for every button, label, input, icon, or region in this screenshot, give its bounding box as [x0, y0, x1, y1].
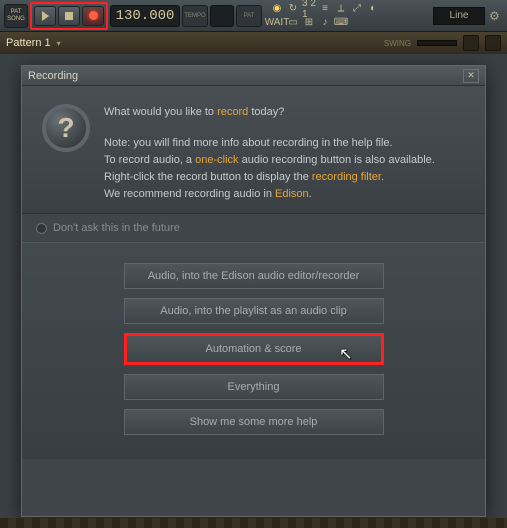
scroll-lock-icon[interactable]: ⤢: [350, 3, 364, 15]
swing-slider[interactable]: [417, 40, 457, 46]
pattern-dropdown-icon[interactable]: ▾: [57, 39, 61, 48]
metronome-icon[interactable]: ◉: [270, 3, 284, 15]
song-label: SONG: [7, 16, 25, 23]
dialog-titlebar[interactable]: Recording ✕: [22, 66, 485, 86]
pat-label-box: PAT: [236, 5, 262, 27]
btn-audio-edison[interactable]: Audio, into the Edison audio editor/reco…: [124, 263, 384, 289]
countdown-icon[interactable]: 3 2 1: [302, 3, 316, 15]
main-toolbar: PAT SONG 130.000 TEMPO PAT ◉ ↻ 3 2 1 ≡ ⟂…: [0, 0, 507, 32]
pattern-length-display[interactable]: [210, 5, 234, 27]
tempo-display[interactable]: 130.000: [110, 5, 180, 27]
stop-button[interactable]: [58, 6, 80, 26]
play-button[interactable]: [34, 6, 56, 26]
dont-ask-label: Don't ask this in the future: [53, 222, 180, 234]
step-edit-icon[interactable]: ⟂: [334, 3, 348, 15]
tempo-label-box: TEMPO: [182, 5, 208, 27]
dialog-text: What would you like to record today? Not…: [104, 104, 435, 203]
dialog-title-text: Recording: [28, 70, 78, 82]
keyboard-editor-button[interactable]: [485, 35, 501, 51]
transport-highlight: [30, 2, 108, 30]
gear-icon[interactable]: ⚙: [489, 9, 503, 23]
snap-icon[interactable]: ⊞: [302, 17, 316, 29]
wait-icon[interactable]: WAIT: [270, 17, 284, 29]
swing-label: SWING: [384, 39, 411, 48]
btn-automation-score[interactable]: Automation & score ↖: [124, 333, 384, 365]
midi-icon[interactable]: ♪: [318, 17, 332, 29]
snap-mode-display[interactable]: Line: [433, 7, 485, 25]
dont-ask-radio[interactable]: [36, 223, 47, 234]
recording-dialog: Recording ✕ ? What would you like to rec…: [21, 65, 486, 517]
dont-ask-row[interactable]: Don't ask this in the future: [22, 213, 485, 242]
record-button[interactable]: [82, 6, 104, 26]
cursor-icon: ↖: [339, 344, 352, 364]
pattern-bar: Pattern 1 ▾ SWING: [0, 32, 507, 54]
step-icon[interactable]: ▭: [286, 17, 300, 29]
keyboard-icon[interactable]: ⌨: [334, 17, 348, 29]
btn-more-help[interactable]: Show me some more help: [124, 409, 384, 435]
question-icon: ?: [42, 104, 90, 152]
dialog-body: ? What would you like to record today? N…: [22, 86, 485, 213]
channel-rack-strip: [0, 518, 507, 528]
graph-editor-button[interactable]: [463, 35, 479, 51]
overdub-icon[interactable]: ≡: [318, 3, 332, 15]
btn-audio-playlist[interactable]: Audio, into the playlist as an audio cli…: [124, 298, 384, 324]
loop-icon[interactable]: ↻: [286, 3, 300, 15]
pat-label: PAT: [11, 9, 22, 16]
pat-song-switch[interactable]: PAT SONG: [4, 4, 28, 28]
dialog-buttons: Audio, into the Edison audio editor/reco…: [22, 242, 485, 459]
pattern-name[interactable]: Pattern 1: [6, 37, 51, 49]
close-button[interactable]: ✕: [463, 69, 479, 83]
toolbar-options: ◉ ↻ 3 2 1 ≡ ⟂ ⤢ ◐ WAIT ▭ ⊞ ♪ ⌨: [270, 2, 390, 30]
btn-everything[interactable]: Everything: [124, 374, 384, 400]
blend-icon[interactable]: ◐: [366, 3, 380, 15]
